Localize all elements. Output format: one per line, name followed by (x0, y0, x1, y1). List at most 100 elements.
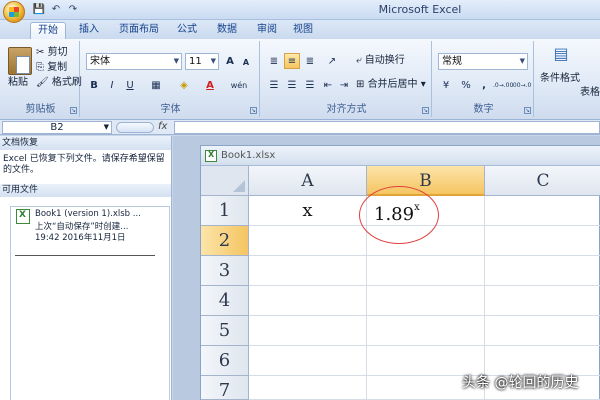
cell-a1[interactable]: x (249, 196, 367, 226)
row-header-3[interactable]: 3 (201, 256, 249, 286)
recovery-header: 文档恢复 (0, 136, 171, 150)
phonetic-button[interactable]: wén (228, 77, 250, 93)
currency-icon[interactable]: ¥ (438, 77, 454, 93)
copy-button[interactable]: ⎘ 复制 (36, 60, 67, 76)
paste-icon[interactable] (8, 47, 32, 75)
cell-b4[interactable] (367, 286, 485, 316)
cell-a4[interactable] (249, 286, 367, 316)
tab-insert[interactable]: 插入 (72, 22, 106, 39)
borders-icon[interactable]: ▦ (148, 77, 164, 93)
bold-button[interactable]: B (86, 77, 102, 93)
decrease-indent-icon[interactable]: ⇤ (320, 77, 336, 93)
cell-a2[interactable] (249, 226, 367, 256)
italic-button[interactable]: I (104, 77, 120, 93)
cell-c1[interactable] (485, 196, 600, 226)
recovery-message: Excel 已恢复下列文件。请保存希望保留的文件。 (3, 154, 165, 175)
tab-view[interactable]: 视图 (286, 22, 320, 39)
recovery-file-list: Book1 (version 1).xlsb ... 上次“自动保存”时创建..… (10, 206, 170, 400)
conditional-format-icon[interactable]: ▤ (550, 45, 572, 67)
number-format-select[interactable]: 常规 ▼ (438, 53, 528, 70)
chevron-down-icon: ▼ (103, 123, 109, 131)
font-group-label: 字体 (160, 104, 181, 115)
formula-expand-handle[interactable] (116, 122, 154, 133)
column-header-c[interactable]: C (485, 166, 600, 196)
increase-indent-icon[interactable]: ⇥ (336, 77, 352, 93)
cell-a5[interactable] (249, 316, 367, 346)
format-painter-label: 格式刷 (51, 77, 82, 88)
recovery-file-time: 19:42 2016年11月1日 (35, 233, 126, 243)
cell-a3[interactable] (249, 256, 367, 286)
cell-b3[interactable] (367, 256, 485, 286)
format-painter-button[interactable]: 🖌 格式刷 (36, 75, 82, 91)
decrease-decimal-button[interactable]: .00→.0 (510, 77, 531, 93)
paste-button[interactable]: 粘贴 (8, 75, 28, 91)
merge-center-label: 合并后居中 (367, 79, 418, 90)
column-header-a[interactable]: A (249, 166, 367, 196)
tab-review[interactable]: 审阅 (250, 22, 284, 39)
font-launcher-icon[interactable]: ↘ (250, 107, 257, 114)
available-files-header: 可用文件 (0, 184, 171, 197)
clipboard-launcher-icon[interactable]: ↘ (70, 107, 77, 114)
increase-decimal-button[interactable]: .0→.00 (492, 77, 513, 93)
orientation-icon[interactable]: ↗ (324, 53, 340, 69)
name-box[interactable]: B2 ▼ (2, 121, 112, 134)
office-button[interactable] (3, 1, 25, 23)
font-size-value: 11 (189, 56, 202, 67)
percent-button[interactable]: % (458, 77, 474, 93)
excel-file-icon (205, 150, 217, 162)
merge-center-button[interactable]: ⊞ 合并后居中 ▾ (356, 77, 426, 93)
align-center-icon[interactable]: ☰ (284, 77, 300, 93)
cell-c5[interactable] (485, 316, 600, 346)
font-size-select[interactable]: 11 ▼ (185, 53, 219, 70)
select-all-button[interactable] (201, 166, 249, 196)
ribbon: 粘贴 ✂ 剪切 ⎘ 复制 🖌 格式刷 剪贴板 ↘ 宋体 ▼ 11 ▼ A A B I… (0, 39, 600, 120)
align-top-icon[interactable]: ≣ (266, 53, 282, 69)
align-right-icon[interactable]: ☰ (302, 77, 318, 93)
font-name-select[interactable]: 宋体 ▼ (86, 53, 182, 70)
shrink-font-button[interactable]: A (238, 54, 254, 70)
fill-color-icon[interactable]: ◈ (176, 77, 192, 93)
cell-c4[interactable] (485, 286, 600, 316)
wrap-text-button[interactable]: ⤶ 自动换行 (356, 53, 405, 69)
align-left-icon[interactable]: ☰ (266, 77, 282, 93)
row-header-2[interactable]: 2 (201, 226, 249, 256)
row-header-4[interactable]: 4 (201, 286, 249, 316)
font-name-value: 宋体 (90, 56, 110, 67)
insert-function-button[interactable]: fx (158, 121, 167, 132)
cell-c2[interactable] (485, 226, 600, 256)
row-header-1[interactable]: 1 (201, 196, 249, 226)
recovery-file-item[interactable]: Book1 (version 1).xlsb ... 上次“自动保存”时创建..… (13, 207, 163, 256)
cell-a7[interactable] (249, 376, 367, 400)
cell-c3[interactable] (485, 256, 600, 286)
tab-page-layout[interactable]: 页面布局 (112, 22, 166, 39)
number-launcher-icon[interactable]: ↘ (524, 107, 531, 114)
row-header-5[interactable]: 5 (201, 316, 249, 346)
cell-b5[interactable] (367, 316, 485, 346)
cut-button[interactable]: ✂ 剪切 (36, 45, 68, 61)
cut-label: 剪切 (47, 47, 68, 58)
row-header-7[interactable]: 7 (201, 376, 249, 400)
underline-button[interactable]: U (122, 77, 138, 93)
number-group-label: 数字 (473, 104, 494, 115)
format-as-table-button[interactable]: 表格 (580, 85, 600, 101)
document-recovery-pane: 文档恢复 Excel 已恢复下列文件。请保存希望保留的文件。 可用文件 Book… (0, 136, 172, 400)
cell-a6[interactable] (249, 346, 367, 376)
divider (15, 255, 155, 256)
tab-home[interactable]: 开始 (30, 22, 66, 39)
row-header-6[interactable]: 6 (201, 346, 249, 376)
font-color-button[interactable]: A (202, 77, 218, 93)
comma-button[interactable]: , (476, 77, 492, 93)
tab-data[interactable]: 数据 (210, 22, 244, 39)
tab-formulas[interactable]: 公式 (170, 22, 204, 39)
formula-input[interactable] (174, 121, 600, 134)
conditional-format-button[interactable]: 条件格式 (540, 71, 580, 87)
align-bottom-icon[interactable]: ≣ (302, 53, 318, 69)
highlight-circle-annotation (359, 186, 439, 244)
font-group: 宋体 ▼ 11 ▼ A A B I U ▦ ◈ A wén 字体 ↘ (82, 41, 260, 117)
formula-bar: B2 ▼ fx (0, 120, 600, 135)
align-middle-icon[interactable]: ≡ (284, 53, 300, 69)
clipboard-group: 粘贴 ✂ 剪切 ⎘ 复制 🖌 格式刷 剪贴板 ↘ (2, 41, 82, 117)
alignment-launcher-icon[interactable]: ↘ (422, 107, 429, 114)
grow-font-button[interactable]: A (222, 53, 238, 69)
copy-label: 复制 (47, 62, 68, 73)
